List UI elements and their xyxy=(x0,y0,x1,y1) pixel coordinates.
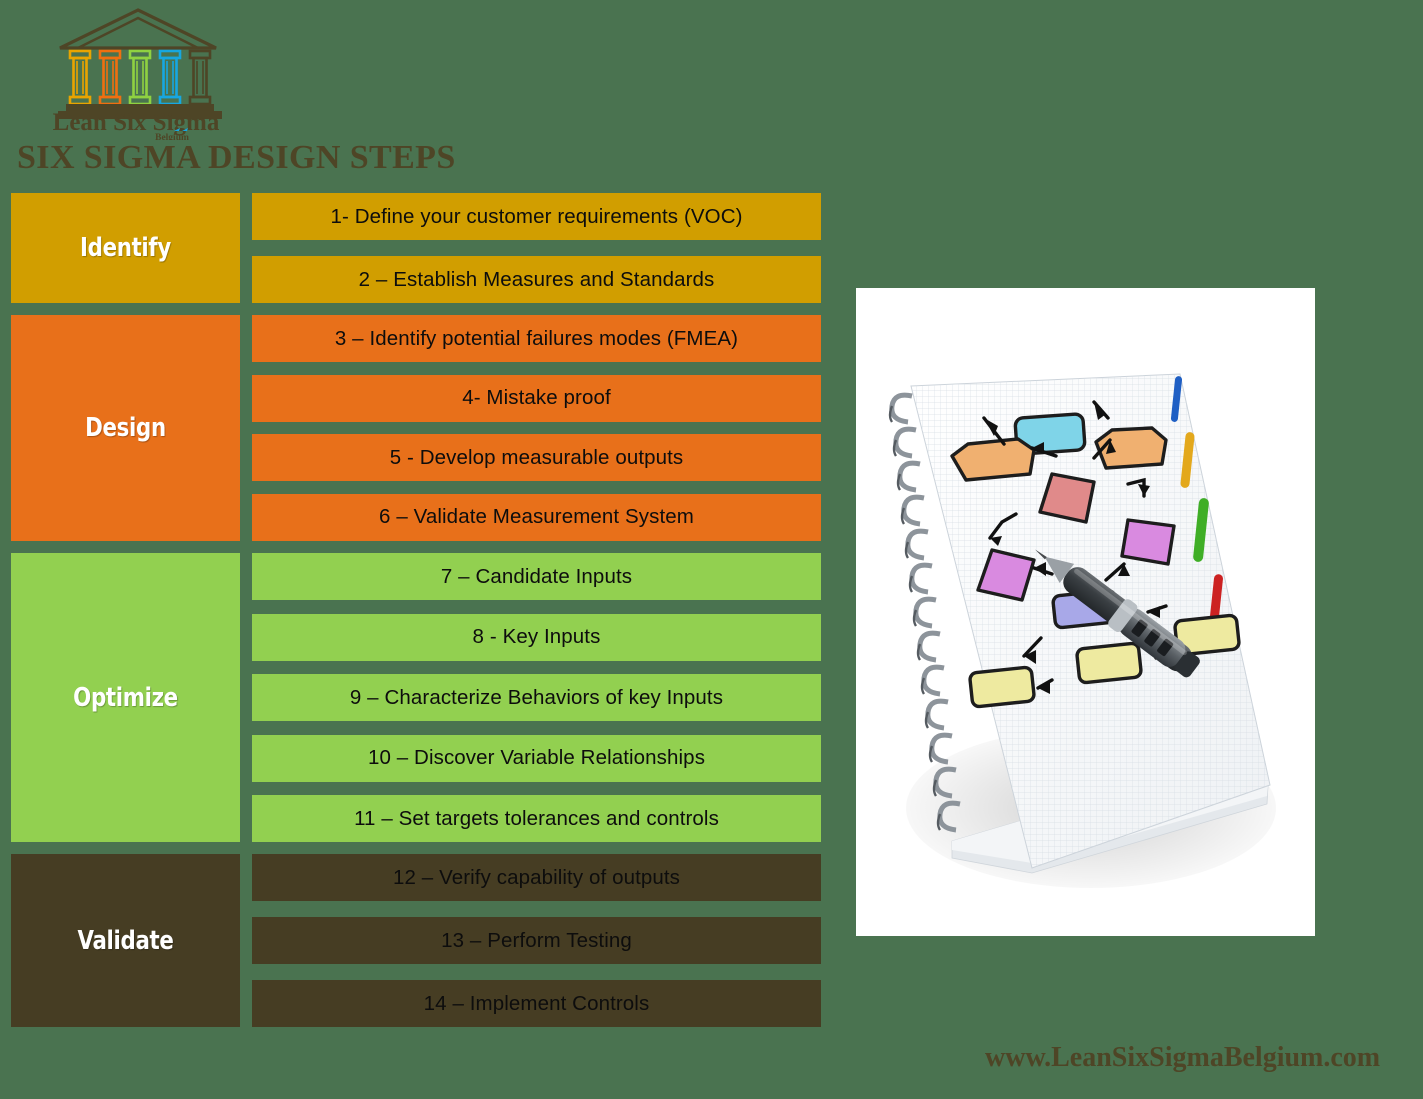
steps-column-validate: 12 – Verify capability of outputs 13 – P… xyxy=(252,854,821,1027)
step-item[interactable]: 4- Mistake proof xyxy=(252,374,821,422)
spiral-notebook-flowchart-image xyxy=(856,288,1315,936)
step-item[interactable]: 14 – Implement Controls xyxy=(252,980,821,1027)
phase-row-optimize: Optimize 7 – Candidate Inputs 8 - Key In… xyxy=(11,553,821,842)
step-item[interactable]: 13 – Perform Testing xyxy=(252,917,821,964)
phase-row-design: Design 3 – Identify potential failures m… xyxy=(11,315,821,541)
step-item[interactable]: 5 - Develop measurable outputs xyxy=(252,434,821,482)
brand-logo: Lean Six Sigma Belgium xyxy=(48,4,228,140)
phase-row-identify: Identify 1- Define your customer require… xyxy=(11,193,821,303)
phase-label-text: Validate xyxy=(77,925,174,956)
step-item[interactable]: 10 – Discover Variable Relationships xyxy=(252,734,821,782)
steps-column-design: 3 – Identify potential failures modes (F… xyxy=(252,315,821,541)
phase-label-identify[interactable]: Identify xyxy=(11,193,240,303)
step-item[interactable]: 3 – Identify potential failures modes (F… xyxy=(252,315,821,362)
design-steps-table: Identify 1- Define your customer require… xyxy=(11,193,821,1073)
page-title: SIX SIGMA DESIGN STEPS xyxy=(17,139,456,176)
lean-six-sigma-belgium-logo-icon: Lean Six Sigma Belgium xyxy=(53,8,222,140)
step-item[interactable]: 7 – Candidate Inputs xyxy=(252,553,821,600)
phase-label-validate[interactable]: Validate xyxy=(11,854,240,1027)
phase-label-optimize[interactable]: Optimize xyxy=(11,553,240,842)
phase-label-text: Optimize xyxy=(73,682,178,713)
website-url[interactable]: www.LeanSixSigmaBelgium.com xyxy=(985,1042,1380,1074)
step-item[interactable]: 2 – Establish Measures and Standards xyxy=(252,256,821,303)
steps-column-identify: 1- Define your customer requirements (VO… xyxy=(252,193,821,303)
illustration-frame xyxy=(856,288,1315,936)
phase-row-validate: Validate 12 – Verify capability of outpu… xyxy=(11,854,821,1027)
phase-label-design[interactable]: Design xyxy=(11,315,240,541)
step-item[interactable]: 11 – Set targets tolerances and controls xyxy=(252,795,821,842)
step-item[interactable]: 6 – Validate Measurement System xyxy=(252,493,821,541)
phase-label-text: Design xyxy=(85,413,166,443)
phase-label-text: Identify xyxy=(80,233,171,263)
steps-column-optimize: 7 – Candidate Inputs 8 - Key Inputs 9 – … xyxy=(252,553,821,842)
step-item[interactable]: 1- Define your customer requirements (VO… xyxy=(252,193,821,240)
step-item[interactable]: 12 – Verify capability of outputs xyxy=(252,854,821,901)
logo-wordmark: Lean Six Sigma xyxy=(53,109,220,136)
step-item[interactable]: 8 - Key Inputs xyxy=(252,613,821,661)
step-item[interactable]: 9 – Characterize Behaviors of key Inputs xyxy=(252,674,821,721)
